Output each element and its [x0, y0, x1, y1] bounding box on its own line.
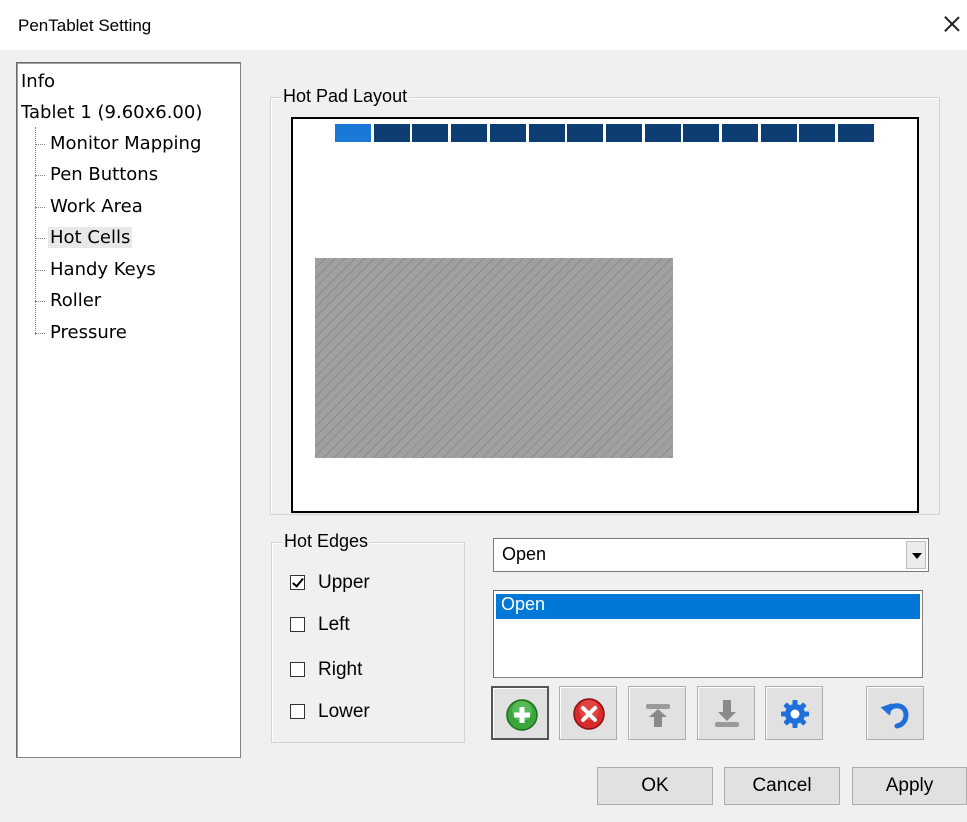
hot-cell[interactable]	[722, 124, 758, 142]
hot-cell[interactable]	[567, 124, 604, 142]
tree-connector	[35, 127, 36, 335]
hot-cell[interactable]	[605, 124, 642, 142]
action-combobox-value: Open	[502, 544, 547, 564]
tree-item-work-area[interactable]: Work Area	[50, 196, 143, 217]
tree-connector	[35, 207, 45, 208]
tree-connector	[35, 238, 45, 239]
hot-cell[interactable]	[489, 124, 526, 142]
settings-gear-icon	[781, 700, 809, 728]
tree-connector	[35, 175, 45, 176]
cancel-button[interactable]: Cancel	[724, 767, 840, 805]
settings-button[interactable]	[765, 686, 823, 740]
move-up-icon	[646, 704, 670, 727]
undo-icon	[880, 703, 909, 729]
left-checkbox-label: Left	[318, 614, 350, 635]
action-listbox[interactable]: Open	[493, 590, 923, 678]
tree-item-info[interactable]: Info	[21, 71, 55, 92]
close-icon[interactable]	[940, 12, 964, 36]
upper-checkbox-label: Upper	[318, 572, 370, 593]
undo-button[interactable]	[866, 686, 924, 740]
tree-item-roller[interactable]: Roller	[50, 290, 101, 311]
move-down-icon	[715, 700, 739, 727]
ok-button[interactable]: OK	[597, 767, 713, 805]
hot-cell[interactable]	[683, 124, 720, 142]
tree-connector	[35, 301, 45, 302]
hot-cell[interactable]	[528, 124, 565, 142]
list-item[interactable]: Open	[496, 594, 920, 619]
hot-cell[interactable]	[760, 124, 797, 142]
tree-connector	[35, 270, 45, 271]
tree-item-pen-buttons[interactable]: Pen Buttons	[50, 164, 158, 185]
lower-checkbox-box[interactable]	[290, 704, 305, 719]
tree-connector	[35, 144, 45, 145]
work-area-region	[315, 258, 673, 458]
tree-item-pressure[interactable]: Pressure	[50, 322, 127, 343]
hot-cell[interactable]	[412, 124, 449, 142]
right-checkbox-label: Right	[318, 659, 363, 680]
right-checkbox-box[interactable]	[290, 662, 305, 677]
hot-edges-label: Hot Edges	[282, 531, 371, 552]
tree-item-handy-keys[interactable]: Handy Keys	[50, 259, 156, 280]
tree-connector	[35, 333, 45, 334]
add-icon	[506, 699, 538, 731]
tree-item-monitor-mapping[interactable]: Monitor Mapping	[50, 133, 201, 154]
tree-item-tablet[interactable]: Tablet 1 (9.60x6.00)	[21, 102, 202, 123]
hot-pad-layout-label: Hot Pad Layout	[281, 86, 410, 107]
delete-icon	[573, 698, 605, 730]
add-button[interactable]	[491, 686, 549, 740]
title-bar: PenTablet Setting	[0, 0, 967, 50]
move-up-button[interactable]	[628, 686, 686, 740]
hot-cell[interactable]	[335, 124, 371, 142]
hot-cell[interactable]	[451, 124, 488, 142]
hot-cell[interactable]	[644, 124, 681, 142]
delete-button[interactable]	[559, 686, 617, 740]
hot-pad-canvas[interactable]	[291, 117, 919, 513]
lower-checkbox-label: Lower	[318, 701, 370, 722]
left-checkbox-box[interactable]	[290, 617, 305, 632]
settings-tree[interactable]: Info Tablet 1 (9.60x6.00) Monitor Mappin…	[16, 62, 241, 758]
chevron-down-icon[interactable]	[906, 541, 926, 569]
hot-cell[interactable]	[838, 124, 875, 142]
action-combobox[interactable]: Open	[493, 538, 929, 572]
hot-cell[interactable]	[373, 124, 410, 142]
hot-cell[interactable]	[799, 124, 836, 142]
window-title: PenTablet Setting	[18, 16, 152, 35]
move-down-button[interactable]	[697, 686, 755, 740]
upper-checkbox-box[interactable]	[290, 575, 305, 590]
apply-button[interactable]: Apply	[852, 767, 967, 805]
tree-item-hot-cells[interactable]: Hot Cells	[48, 227, 133, 248]
